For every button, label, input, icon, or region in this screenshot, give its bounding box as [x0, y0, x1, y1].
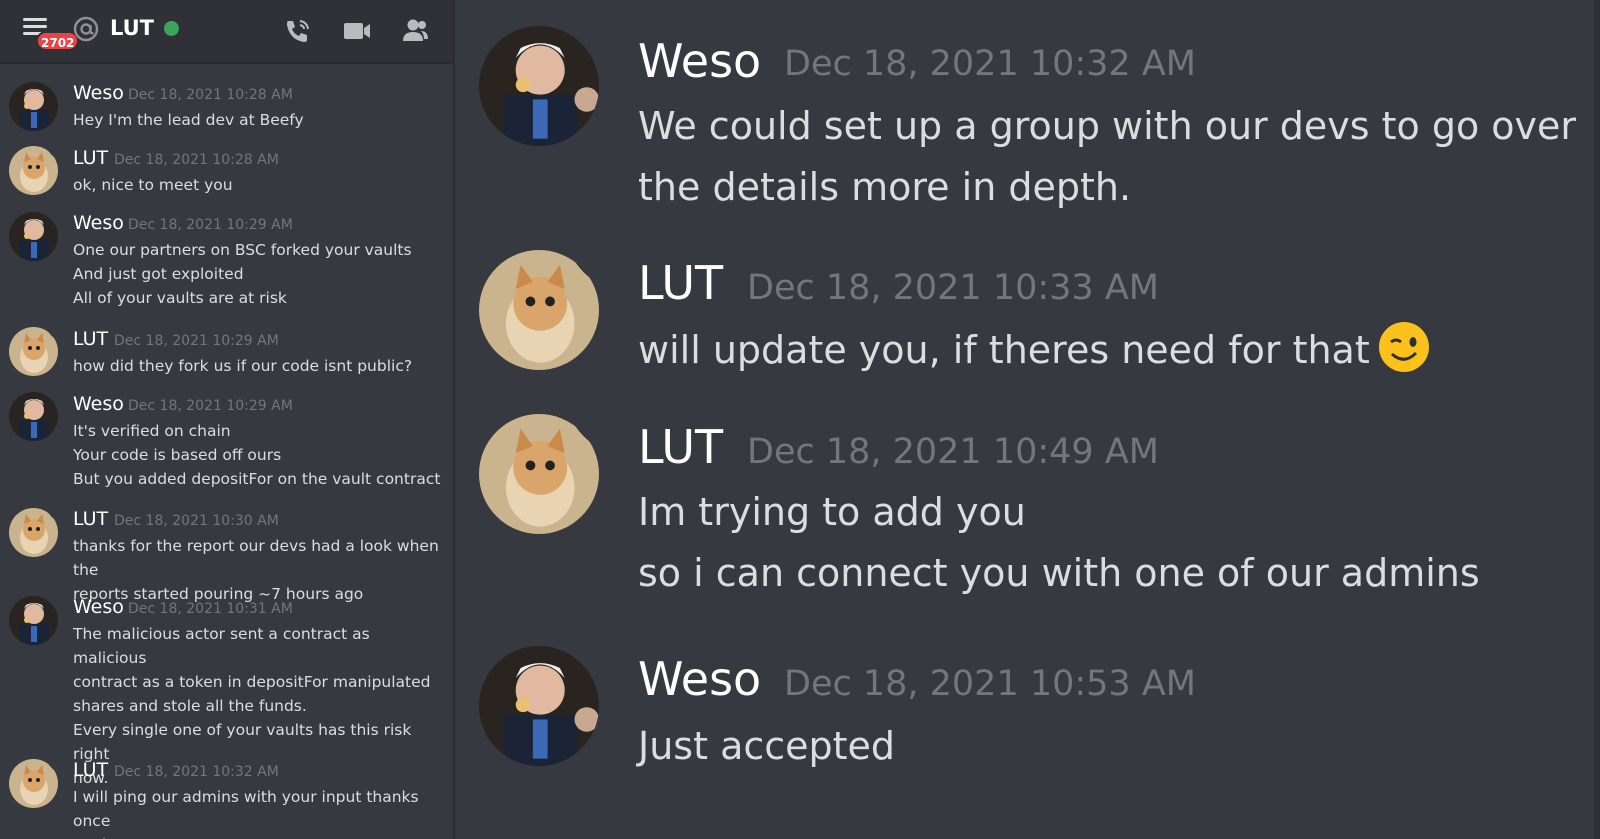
message-timestamp: Dec 18, 2021 10:29 AM: [128, 217, 293, 233]
message-text: how did they fork us if our code isnt pu…: [73, 354, 443, 378]
phone-call-icon[interactable]: [282, 16, 312, 46]
message-author[interactable]: LUT: [638, 420, 723, 474]
member-list-icon[interactable]: [400, 16, 430, 46]
message-text: ok, nice to meet you: [73, 173, 443, 197]
avatar[interactable]: [9, 212, 58, 261]
avatar[interactable]: [9, 596, 58, 645]
message-text: Hey I'm the lead dev at Beefy: [73, 108, 443, 132]
message-author[interactable]: Weso: [73, 82, 124, 104]
avatar[interactable]: [9, 327, 58, 376]
message-text: One our partners on BSC forked your vaul…: [73, 238, 443, 310]
message-line: One our partners on BSC forked your vaul…: [73, 241, 412, 259]
message-line: Im trying to add you: [638, 490, 1026, 534]
message-timestamp: Dec 18, 2021 10:28 AM: [128, 87, 293, 103]
message-line: Your code is based off ours: [73, 446, 282, 464]
message-author[interactable]: LUT: [73, 508, 108, 530]
avatar[interactable]: [9, 759, 58, 808]
message-text: will update you, if theres need for that: [638, 320, 1578, 381]
message-timestamp: Dec 18, 2021 10:49 AM: [747, 432, 1159, 472]
message-text: It's verified on chain Your code is base…: [73, 419, 443, 491]
dm-chat-pane-left: 2702 LUT Weso Dec 18, 2021 10:28 AM Hey …: [0, 0, 453, 839]
message-line: But you added depositFor on the vault co…: [73, 470, 441, 488]
avatar[interactable]: [479, 26, 599, 146]
message-line: ok, nice to meet you: [73, 176, 233, 194]
message-timestamp: Dec 18, 2021 10:33 AM: [747, 268, 1159, 308]
avatar[interactable]: [479, 414, 599, 534]
message-timestamp: Dec 18, 2021 10:32 AM: [114, 764, 279, 780]
message-timestamp: Dec 18, 2021 10:53 AM: [784, 664, 1196, 704]
message-line: We could set up a group with our devs to…: [638, 104, 1577, 148]
message-line: Every single one of your vaults has this…: [73, 721, 412, 763]
message-timestamp: Dec 18, 2021 10:29 AM: [128, 398, 293, 414]
message-line: will update you, if theres need for that: [638, 320, 1578, 381]
message-line: the details more in depth.: [638, 165, 1132, 209]
message-text: Im trying to add you so i can connect yo…: [638, 482, 1578, 604]
message-line: thanks for the report our devs had a loo…: [73, 537, 439, 579]
scrollbar[interactable]: [1594, 0, 1600, 839]
message-text: Just accepted: [638, 716, 1578, 777]
message-timestamp: Dec 18, 2021 10:31 AM: [128, 601, 293, 617]
avatar[interactable]: [9, 82, 58, 131]
video-camera-icon[interactable]: [342, 16, 372, 46]
message-timestamp: Dec 18, 2021 10:32 AM: [784, 44, 1196, 84]
message-author[interactable]: Weso: [638, 34, 761, 88]
avatar[interactable]: [9, 146, 58, 195]
message-text: thanks for the report our devs had a loo…: [73, 534, 443, 606]
dm-header-bar: 2702 LUT: [0, 0, 453, 64]
message-line: so i can connect you with one of our adm…: [638, 551, 1480, 595]
message-line: All of your vaults are at risk: [73, 289, 287, 307]
avatar[interactable]: [9, 508, 58, 557]
message-author[interactable]: LUT: [73, 759, 108, 781]
dm-chat-pane-right: Weso Dec 18, 2021 10:32 AM We could set …: [455, 0, 1600, 839]
message-text: I will ping our admins with your input t…: [73, 785, 443, 839]
message-author[interactable]: Weso: [73, 393, 124, 415]
winking-face-emoji: [1378, 322, 1429, 372]
message-author[interactable]: Weso: [73, 212, 124, 234]
message-line: And just got exploited: [73, 265, 244, 283]
message-line: contract as a token in depositFor manipu…: [73, 673, 431, 691]
message-author[interactable]: LUT: [638, 256, 723, 310]
message-line: Just accepted: [638, 724, 896, 768]
message-line: Hey I'm the lead dev at Beefy: [73, 111, 304, 129]
message-timestamp: Dec 18, 2021 10:30 AM: [114, 513, 279, 529]
message-timestamp: Dec 18, 2021 10:28 AM: [114, 152, 279, 168]
message-author[interactable]: Weso: [638, 652, 761, 706]
message-line: It's verified on chain: [73, 422, 231, 440]
message-line: I will ping our admins with your input t…: [73, 788, 419, 830]
message-line: again: [73, 833, 443, 839]
online-status-indicator: [164, 21, 179, 36]
message-line: The malicious actor sent a contract as m…: [73, 625, 370, 667]
avatar[interactable]: [479, 646, 599, 766]
message-timestamp: Dec 18, 2021 10:29 AM: [114, 333, 279, 349]
message-line: shares and stole all the funds.: [73, 697, 307, 715]
message-text: We could set up a group with our devs to…: [638, 96, 1578, 218]
at-icon: [73, 16, 99, 42]
dm-recipient-name: LUT: [110, 16, 155, 40]
message-author[interactable]: Weso: [73, 596, 124, 618]
message-line: how did they fork us if our code isnt pu…: [73, 357, 413, 375]
avatar[interactable]: [479, 250, 599, 370]
message-author[interactable]: LUT: [73, 147, 108, 169]
message-author[interactable]: LUT: [73, 328, 108, 350]
avatar[interactable]: [9, 392, 58, 441]
